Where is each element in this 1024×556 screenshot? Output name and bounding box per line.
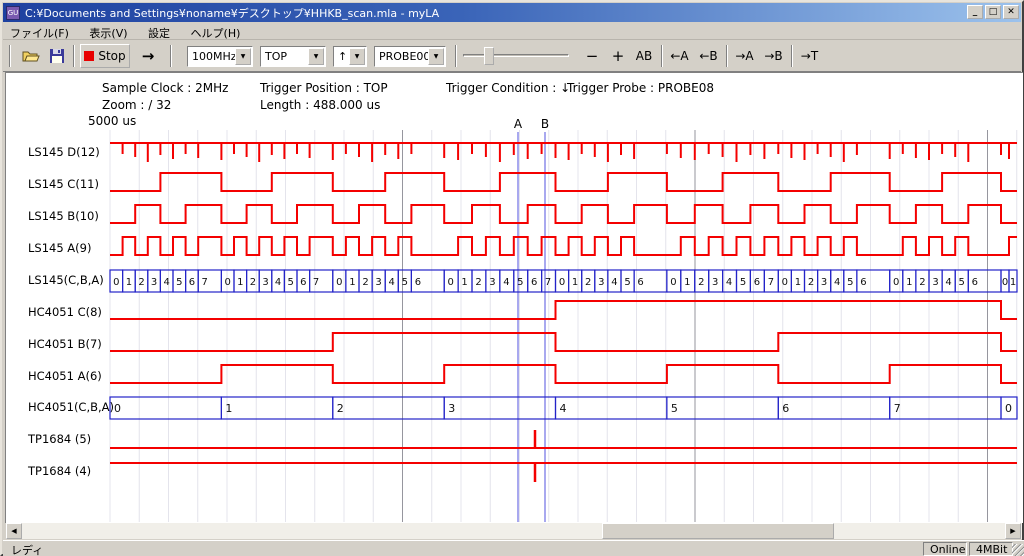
svg-text:5: 5	[624, 277, 630, 288]
svg-text:3: 3	[932, 277, 938, 288]
svg-text:5: 5	[517, 277, 523, 288]
app-window: { "window": { "title": "C:¥Documents and…	[0, 0, 1024, 556]
svg-text:6: 6	[300, 277, 306, 288]
svg-text:5: 5	[959, 277, 965, 288]
svg-text:3: 3	[262, 277, 268, 288]
svg-text:7: 7	[768, 277, 774, 288]
svg-text:4: 4	[275, 277, 281, 288]
svg-text:3: 3	[598, 277, 604, 288]
svg-text:7: 7	[894, 402, 901, 415]
svg-text:2: 2	[475, 277, 481, 288]
scrollbar-thumb[interactable]	[602, 523, 834, 539]
svg-text:0: 0	[559, 277, 565, 288]
svg-text:4: 4	[945, 277, 951, 288]
svg-text:2: 2	[808, 277, 814, 288]
svg-text:0: 0	[1002, 277, 1008, 288]
svg-text:1: 1	[1010, 277, 1016, 288]
svg-text:5: 5	[176, 277, 182, 288]
svg-text:3: 3	[712, 277, 718, 288]
svg-text:3: 3	[821, 277, 827, 288]
svg-text:1: 1	[461, 277, 467, 288]
svg-text:0: 0	[893, 277, 899, 288]
svg-text:2: 2	[362, 277, 368, 288]
svg-text:1: 1	[906, 277, 912, 288]
svg-text:3: 3	[448, 402, 455, 415]
svg-text:1: 1	[795, 277, 801, 288]
scroll-left-button[interactable]: ◀	[6, 523, 22, 539]
horizontal-scrollbar[interactable]: ◀ ▶	[6, 523, 1022, 539]
svg-text:6: 6	[782, 402, 789, 415]
svg-text:7: 7	[545, 277, 551, 288]
svg-text:2: 2	[138, 277, 144, 288]
svg-text:5: 5	[402, 277, 408, 288]
svg-text:4: 4	[389, 277, 395, 288]
svg-text:6: 6	[189, 277, 195, 288]
svg-text:2: 2	[337, 402, 344, 415]
svg-text:4: 4	[560, 402, 567, 415]
svg-text:7: 7	[313, 277, 319, 288]
svg-text:6: 6	[972, 277, 978, 288]
svg-text:3: 3	[375, 277, 381, 288]
svg-text:1: 1	[126, 277, 132, 288]
svg-text:4: 4	[164, 277, 170, 288]
status-memory-badge: 4MBit	[969, 542, 1013, 556]
svg-text:2: 2	[698, 277, 704, 288]
svg-text:4: 4	[726, 277, 732, 288]
cursor-label-B: B	[541, 117, 549, 131]
svg-text:6: 6	[415, 277, 421, 288]
svg-text:5: 5	[288, 277, 294, 288]
svg-text:4: 4	[834, 277, 840, 288]
svg-text:0: 0	[114, 402, 121, 415]
svg-text:0: 0	[336, 277, 342, 288]
svg-text:4: 4	[503, 277, 509, 288]
svg-text:4: 4	[611, 277, 617, 288]
svg-text:6: 6	[637, 277, 643, 288]
svg-text:5: 5	[740, 277, 746, 288]
svg-text:6: 6	[754, 277, 760, 288]
cursor-label-A: A	[514, 117, 523, 131]
svg-text:3: 3	[151, 277, 157, 288]
svg-text:0: 0	[225, 277, 231, 288]
svg-text:3: 3	[489, 277, 495, 288]
svg-text:0: 0	[670, 277, 676, 288]
svg-text:0: 0	[782, 277, 788, 288]
svg-text:1: 1	[684, 277, 690, 288]
svg-text:0: 0	[113, 277, 119, 288]
svg-text:6: 6	[531, 277, 537, 288]
status-ready-text: レディ	[11, 542, 43, 556]
svg-text:1: 1	[349, 277, 355, 288]
svg-text:2: 2	[585, 277, 591, 288]
svg-text:5: 5	[847, 277, 853, 288]
svg-text:2: 2	[919, 277, 925, 288]
svg-text:5: 5	[671, 402, 678, 415]
resize-grip[interactable]	[1012, 544, 1024, 556]
svg-text:1: 1	[572, 277, 578, 288]
svg-text:0: 0	[448, 277, 454, 288]
status-bar: レディ Online 4MBit	[3, 540, 1024, 556]
svg-text:1: 1	[237, 277, 243, 288]
svg-text:2: 2	[250, 277, 256, 288]
status-online-badge: Online	[923, 542, 967, 556]
svg-text:1: 1	[225, 402, 232, 415]
svg-text:7: 7	[202, 277, 208, 288]
waveform-canvas[interactable]: AB01234567012345670123456012345670123456…	[2, 2, 1024, 556]
scroll-right-button[interactable]: ▶	[1005, 523, 1021, 539]
svg-text:6: 6	[860, 277, 866, 288]
svg-text:0: 0	[1005, 402, 1012, 415]
